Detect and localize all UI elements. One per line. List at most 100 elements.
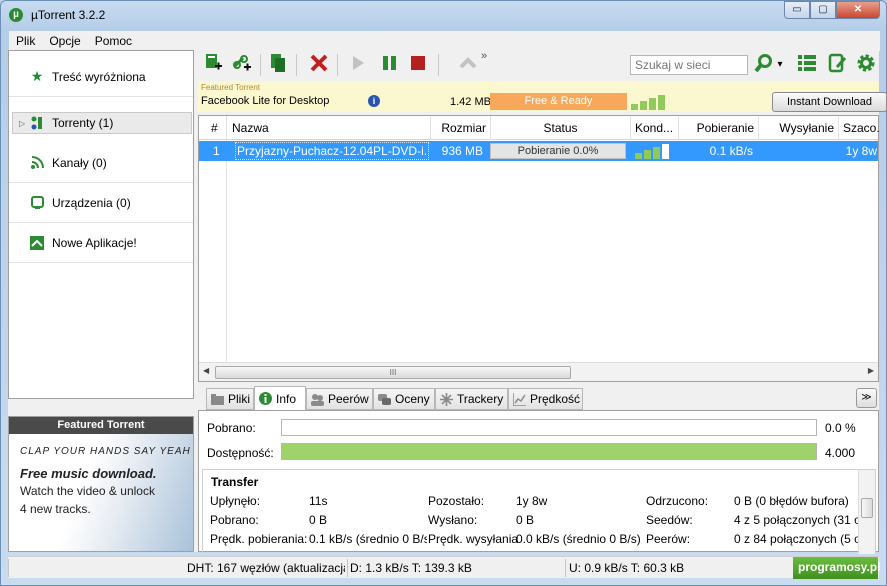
sidebar-item-apps[interactable]: Nowe Aplikacje! [9, 223, 193, 263]
download-total-status[interactable]: D: 1.3 kB/s T: 139.3 kB [350, 561, 560, 575]
sidebar-item-label: Treść wyróżniona [52, 69, 146, 84]
upload-total-status[interactable]: U: 0.9 kB/s T: 60.3 kB [569, 561, 769, 575]
title-bar[interactable]: µ µTorrent 3.2.2 ▭ ▢ ✕ [1, 1, 886, 29]
tab-peers[interactable]: Peerów [306, 388, 373, 410]
detail-tabs: Pliki Info Peerów Oceny Trackery Prędkoś… [198, 386, 879, 410]
vertical-scrollbar[interactable] [858, 470, 875, 554]
tab-ratings[interactable]: Oceny [373, 388, 435, 410]
transfer-label: Pozostało: [428, 494, 485, 508]
column-header-status[interactable]: Status [491, 116, 631, 140]
column-header-health[interactable]: Kond... [631, 116, 679, 140]
menu-plik[interactable]: Plik [9, 34, 42, 48]
sidebar-item-label: Nowe Aplikacje! [52, 235, 137, 250]
transfer-title: Transfer [211, 475, 259, 489]
featured-ad-bar: Featured Torrent Facebook Lite for Deskt… [198, 81, 887, 112]
tab-files[interactable]: Pliki [206, 388, 254, 410]
transfer-value: 4 z 5 połączonych (31 o [734, 513, 859, 527]
search-dropdown-button[interactable]: ▾ [774, 52, 786, 76]
featured-ad-image[interactable]: CLAP YOUR HANDS SAY YEAH Free music down… [9, 434, 193, 551]
search-button[interactable] [752, 52, 776, 76]
add-torrent-icon [204, 53, 224, 76]
sidebar-item-devices[interactable]: Urządzenia (0) [9, 183, 193, 223]
transfer-value: 0.0 kB/s (średnio 0 B/s) [516, 532, 641, 546]
transfer-label: Prędk. wysyłania: [428, 532, 518, 546]
client-area: ★ Treść wyróżniona ▷ Torrenty (1) Kanały… [8, 50, 887, 554]
list-header: # Nazwa Rozmiar Status Kond... Pobierani… [199, 116, 879, 140]
tab-info[interactable]: Info [254, 386, 306, 410]
toolbar-more-button[interactable]: » [478, 50, 490, 62]
tab-label: Info [276, 391, 297, 406]
add-url-button[interactable] [230, 52, 254, 76]
speed-graph-icon [512, 392, 526, 407]
stop-icon [408, 53, 428, 76]
folder-icon [211, 393, 224, 406]
pause-button[interactable] [378, 52, 402, 76]
remove-button[interactable] [307, 52, 331, 76]
column-header-number[interactable]: # [211, 116, 227, 140]
column-header-download[interactable]: Pobieranie [679, 116, 759, 140]
transfer-value: 0 B (0 błędów bufora) [734, 494, 849, 508]
sidebar-item-featured[interactable]: ★ Treść wyróżniona [9, 57, 193, 97]
tab-speed[interactable]: Prędkość [508, 388, 583, 410]
menu-opcje[interactable]: Opcje [42, 34, 87, 48]
menu-pomoc[interactable]: Pomoc [88, 34, 139, 48]
transfer-label: Prędk. pobierania: [210, 532, 308, 546]
transfer-section: Transfer Upłynęło: 11s Pozostało: 1y 8w Odrz… [202, 469, 876, 554]
horizontal-scrollbar[interactable]: ◀ III ▶ [199, 362, 878, 381]
transfer-label: Upłynęło: [210, 494, 261, 508]
sidebar-item-feeds[interactable]: Kanały (0) [9, 143, 193, 183]
transfer-value: 1y 8w [516, 494, 548, 508]
scrollbar-thumb[interactable] [861, 498, 873, 518]
search-icon [754, 53, 774, 76]
start-button[interactable] [346, 52, 370, 76]
scroll-left-icon[interactable]: ◀ [203, 366, 209, 375]
chevron-up-icon [458, 53, 478, 76]
maximize-button[interactable]: ▢ [810, 1, 836, 19]
transfer-value: 0 B [309, 513, 328, 527]
column-header-name[interactable]: Nazwa [228, 116, 431, 140]
health-bars-icon [631, 93, 673, 110]
featured-torrent-panel[interactable]: Featured Torrent CLAP YOUR HANDS SAY YEA… [8, 416, 194, 552]
column-header-upload[interactable]: Wysyłanie [759, 116, 839, 140]
toolbar: » ▾ [198, 50, 879, 80]
scroll-right-icon[interactable]: ▶ [868, 366, 874, 375]
expand-arrow-icon[interactable]: ▷ [19, 119, 25, 128]
close-button[interactable]: ✕ [836, 1, 880, 19]
row-upload-speed [759, 141, 833, 161]
ad-title[interactable]: Facebook Lite for Desktop [201, 95, 329, 107]
row-eta: 1y 8w [845, 144, 877, 158]
column-header-eta[interactable]: Szaco... [839, 116, 879, 140]
add-torrent-button[interactable] [202, 52, 226, 76]
sidebar-item-label: Kanały (0) [52, 155, 107, 170]
move-up-button[interactable] [456, 52, 480, 76]
row-download-speed: 0.1 kB/s [709, 144, 753, 158]
menu-bar: Plik Opcje Pomoc [9, 31, 880, 51]
transfer-label: Odrzucono: [646, 494, 709, 508]
info-icon[interactable]: i [368, 95, 380, 107]
downloaded-percent: 0.0 % [825, 421, 856, 435]
settings-button[interactable] [854, 52, 878, 76]
remote-button[interactable] [826, 52, 850, 76]
dht-status[interactable]: DHT: 167 węzłów (aktualizacja [187, 561, 345, 575]
scrollbar-thumb[interactable]: III [215, 366, 571, 379]
search-input[interactable] [630, 55, 748, 75]
row-number: 1 [213, 144, 220, 158]
availability-label: Dostępność: [207, 446, 274, 460]
instant-download-button[interactable]: Instant Download [772, 92, 887, 112]
tab-trackers[interactable]: Trackery [435, 388, 508, 410]
column-header-size[interactable]: Rozmiar [431, 116, 491, 140]
table-row[interactable]: 1 Przyjazny-Puchacz-12.04PL-DVD-i... 936… [199, 141, 878, 161]
availability-bar [281, 443, 817, 460]
watermark-logo: programosy.pl [793, 557, 880, 579]
minimize-button[interactable]: ▭ [784, 1, 810, 19]
collapse-panel-button[interactable]: ≫ [856, 388, 877, 408]
link-icon [232, 53, 252, 76]
torrent-list: # Nazwa Rozmiar Status Kond... Pobierani… [198, 115, 879, 382]
star-icon: ★ [30, 68, 44, 84]
availability-value: 4.000 [825, 446, 856, 460]
pause-icon [380, 53, 400, 76]
create-torrent-button[interactable] [266, 52, 290, 76]
stop-button[interactable] [406, 52, 430, 76]
sidebar-item-torrents[interactable]: ▷ Torrenty (1) [12, 112, 192, 134]
list-view-button[interactable] [795, 52, 819, 76]
